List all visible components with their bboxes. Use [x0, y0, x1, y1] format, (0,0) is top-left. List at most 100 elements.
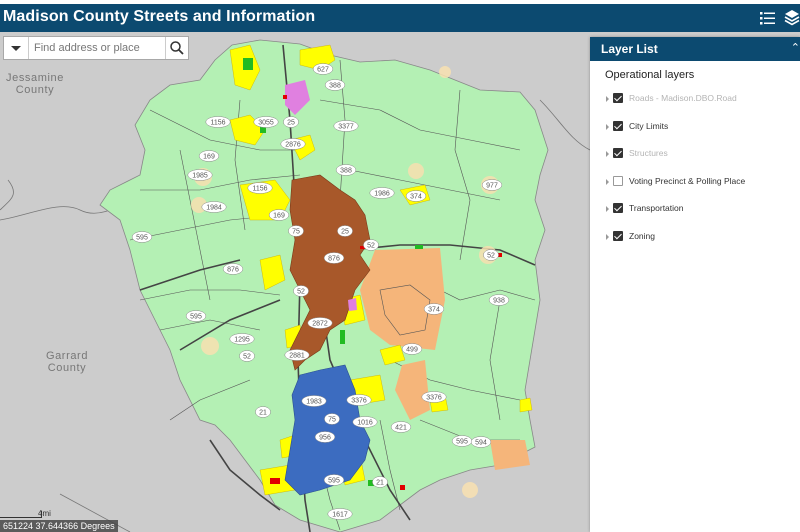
county-boundary	[0, 179, 14, 211]
route-shield-label: 1984	[206, 205, 222, 212]
route-shield-label: 421	[395, 425, 407, 432]
route-shield: 499	[401, 343, 423, 355]
layer-list-header: Layer List ⌃	[590, 37, 800, 61]
layers-icon[interactable]	[784, 9, 800, 27]
layer-checkbox[interactable]	[613, 203, 623, 213]
county-label-line: Jessamine	[6, 72, 64, 84]
route-shield: 52	[239, 350, 255, 362]
operational-layers-heading: Operational layers	[605, 69, 695, 81]
route-shield-label: 938	[493, 298, 505, 305]
route-shield: 938	[488, 294, 510, 306]
route-shield: 956	[314, 431, 336, 443]
route-shield-label: 627	[317, 67, 329, 74]
layer-item-structures[interactable]: Structures	[604, 147, 745, 175]
route-shield-label: 52	[487, 253, 495, 260]
collapse-icon[interactable]: ⌃	[791, 41, 800, 54]
route-shield-label: 21	[376, 480, 384, 487]
route-shield: 169	[268, 209, 290, 221]
route-shield: 374	[423, 303, 445, 315]
layer-checkbox[interactable]	[613, 175, 623, 186]
route-shield: 1156	[247, 182, 273, 194]
route-shield: 52	[293, 285, 309, 297]
route-shield: 3055	[253, 116, 279, 128]
county-boundary	[539, 99, 591, 151]
route-shield-label: 75	[328, 417, 336, 424]
route-shield-label: 3377	[338, 124, 354, 131]
route-shield: 3376	[421, 391, 447, 403]
route-shield: 1985	[187, 169, 213, 181]
expand-arrow-icon[interactable]	[606, 96, 609, 102]
route-shield: 75	[288, 225, 304, 237]
route-shield: 2881	[284, 349, 310, 361]
route-shield: 52	[363, 239, 379, 251]
route-shield-label: 3055	[258, 120, 274, 127]
route-shield-label: 1156	[210, 120, 225, 127]
expand-arrow-icon[interactable]	[606, 178, 609, 185]
route-shield-label: 595	[456, 439, 468, 446]
expand-arrow-icon[interactable]	[606, 233, 609, 240]
expand-arrow-icon[interactable]	[606, 123, 609, 130]
route-shield-label: 52	[297, 289, 305, 296]
route-shield-label: 25	[341, 229, 349, 236]
route-shield-label: 388	[340, 168, 352, 175]
expand-arrow-icon[interactable]	[606, 151, 609, 157]
layer-label: Transportation	[629, 203, 684, 213]
layer-checkbox[interactable]	[613, 148, 623, 158]
layer-label: Voting Precinct & Polling Place	[629, 175, 746, 186]
layer-list-title: Layer List	[601, 42, 658, 56]
app-header: Madison County Streets and Information	[0, 4, 800, 32]
route-shield-label: 1985	[192, 173, 208, 180]
route-shield-label: 977	[486, 183, 498, 190]
legend-list-icon[interactable]	[758, 9, 778, 27]
route-shield-label: 595	[328, 478, 340, 485]
route-shield: 3377	[333, 120, 359, 132]
route-shield-label: 374	[428, 307, 440, 314]
route-shield: 876	[222, 263, 244, 275]
layer-checkbox[interactable]	[613, 93, 623, 103]
route-shield-label: 876	[227, 267, 239, 274]
route-shield: 388	[335, 164, 357, 176]
county-label-line: Garrard	[45, 350, 89, 362]
route-shield: 2876	[280, 138, 306, 150]
route-shield-label: 956	[319, 435, 331, 442]
route-shield: 595	[185, 310, 207, 322]
search-source-dropdown[interactable]	[4, 37, 29, 59]
county-label-garrard: Garrard County	[37, 350, 97, 374]
layer-item-city-limits[interactable]: City Limits	[604, 120, 745, 148]
route-shield: 388	[324, 79, 346, 91]
route-shield: 595	[323, 474, 345, 486]
route-shield-label: 1016	[357, 420, 373, 427]
route-shield-label: 499	[406, 347, 418, 354]
route-shield: 1617	[327, 508, 353, 520]
route-shield: 595	[131, 231, 153, 243]
route-shield-label: 388	[329, 83, 341, 90]
route-shield: 595	[451, 435, 473, 447]
layer-checkbox[interactable]	[613, 120, 623, 131]
route-shield: 1986	[369, 187, 395, 199]
layer-item-transportation[interactable]: Transportation	[604, 202, 745, 230]
search-input[interactable]	[30, 38, 174, 58]
route-shield: 21	[255, 406, 271, 418]
route-shield-label: 1156	[252, 186, 267, 193]
route-shield-label: 1983	[306, 399, 322, 406]
route-shield-label: 595	[136, 235, 148, 242]
search-button[interactable]	[165, 37, 188, 59]
layer-label: Roads - Madison.DBO.Road	[629, 93, 737, 103]
route-shield-label: 52	[367, 243, 375, 250]
expand-arrow-icon[interactable]	[606, 206, 609, 212]
route-shield-label: 594	[475, 440, 487, 447]
layer-item-zoning[interactable]: Zoning	[604, 230, 745, 258]
route-shield-label: 2876	[285, 142, 301, 149]
route-shield: 52	[483, 249, 499, 261]
route-shield-label: 52	[243, 354, 251, 361]
layer-items: Roads - Madison.DBO.Road City Limits Str…	[604, 92, 745, 257]
layer-label: Zoning	[629, 230, 655, 241]
route-shield: 594	[470, 436, 492, 448]
route-shield-label: 169	[203, 154, 215, 161]
layer-item-roads[interactable]: Roads - Madison.DBO.Road	[604, 92, 745, 120]
layer-item-voting-precinct[interactable]: Voting Precinct & Polling Place	[604, 175, 745, 203]
layer-checkbox[interactable]	[613, 230, 623, 241]
layer-label: City Limits	[629, 120, 669, 131]
route-shield: 3376	[346, 394, 372, 406]
route-shield: 421	[390, 421, 412, 433]
